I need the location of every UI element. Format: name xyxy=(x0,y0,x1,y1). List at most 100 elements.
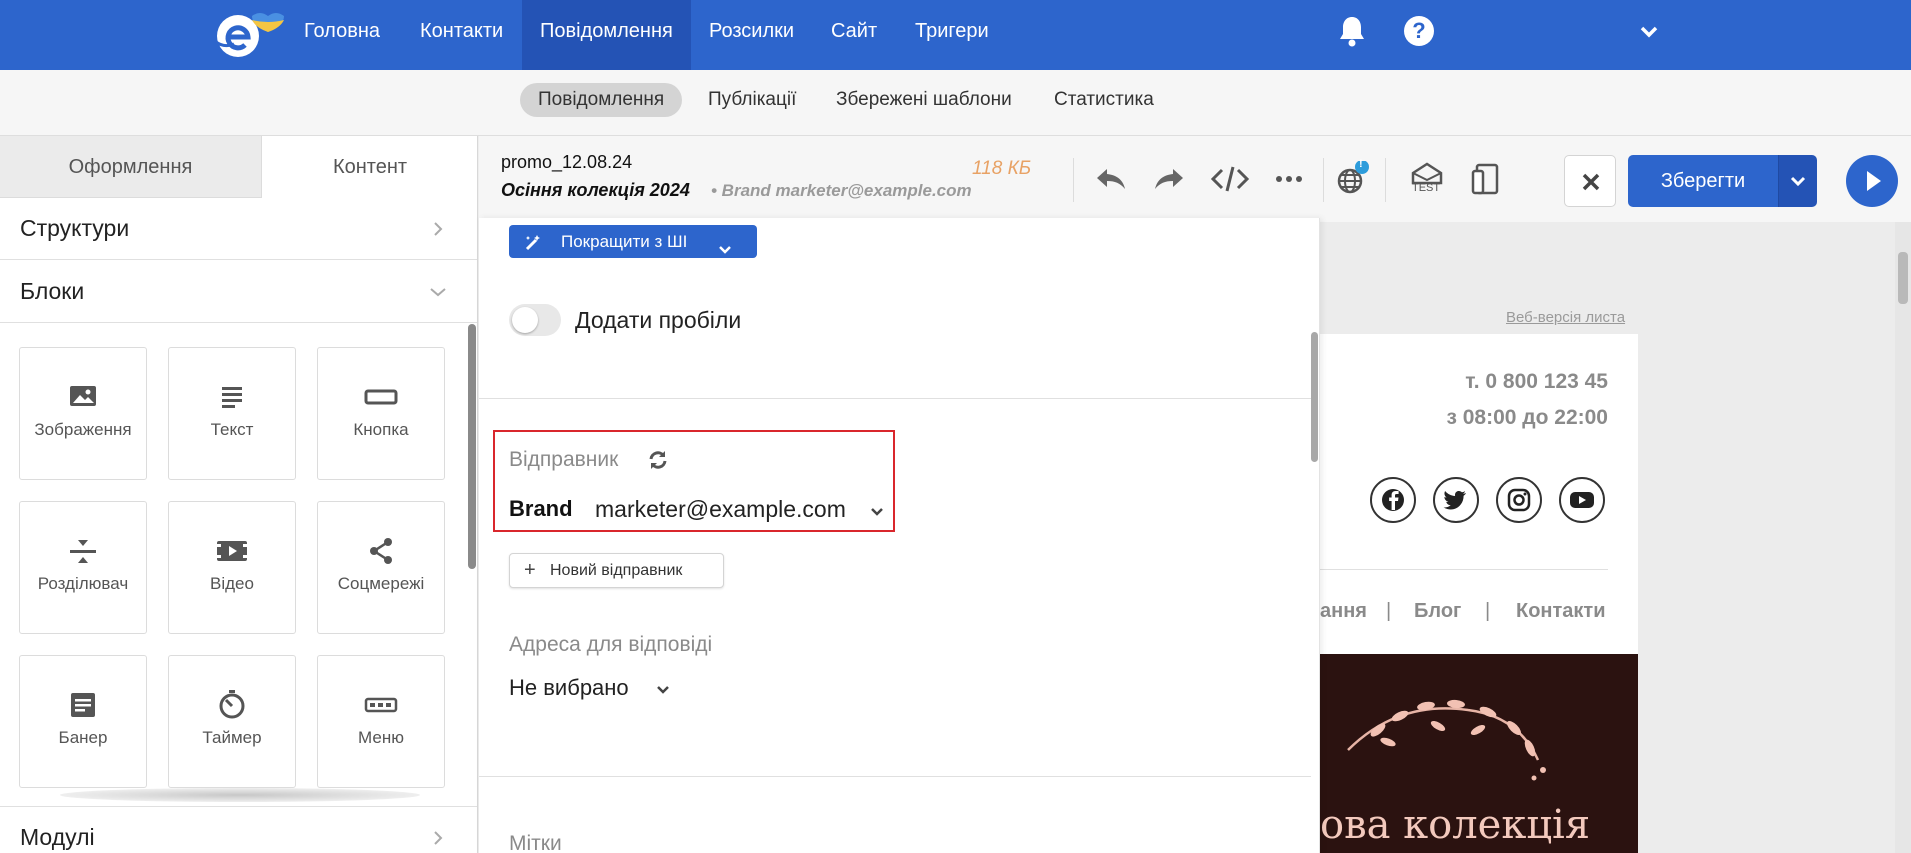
web-version-link[interactable]: Веб-версія листа xyxy=(1506,309,1625,326)
nav-home[interactable]: Головна xyxy=(286,0,398,70)
save-button[interactable]: Зберегти xyxy=(1628,155,1778,207)
chevron-down-icon xyxy=(717,235,733,254)
message-from: • Brand marketer@example.com xyxy=(711,181,972,200)
plus-icon: + xyxy=(524,559,536,581)
panel-tabs: Оформлення Контент xyxy=(0,136,477,198)
block-label: Розділювач xyxy=(37,574,129,593)
text-icon xyxy=(213,382,251,412)
test-mail-icon[interactable]: TEST xyxy=(1407,161,1453,197)
block-menu[interactable]: Меню xyxy=(317,655,445,788)
chevron-down-icon xyxy=(428,282,448,302)
globe-icon[interactable]: ! xyxy=(1332,158,1372,197)
test-label: TEST xyxy=(1412,182,1441,194)
subnav-saved-templates[interactable]: Збережені шаблони xyxy=(818,83,1030,117)
preview-menu-item: ання xyxy=(1320,600,1367,622)
subnav-messages[interactable]: Повідомлення xyxy=(520,83,683,117)
block-label: Банер xyxy=(58,728,108,747)
message-file-name[interactable]: promo_12.08.24 xyxy=(501,152,632,173)
preview-phone: т. 0 800 123 45 xyxy=(1465,370,1608,393)
more-icon[interactable] xyxy=(1269,161,1309,197)
block-image[interactable]: Зображення xyxy=(19,347,147,480)
left-panel-scrollbar[interactable] xyxy=(468,324,476,569)
tab-content[interactable]: Контент xyxy=(262,136,477,198)
block-label: Меню xyxy=(358,728,404,747)
toolbar-separator xyxy=(1385,158,1386,202)
nav-messages[interactable]: Повідомлення xyxy=(522,0,691,70)
device-preview-icon[interactable] xyxy=(1465,161,1505,197)
chevron-right-icon xyxy=(428,219,448,239)
nav-triggers[interactable]: Тригери xyxy=(897,0,1007,70)
section-blocks-label: Блоки xyxy=(20,278,85,304)
block-text[interactable]: Текст xyxy=(168,347,296,480)
block-banner[interactable]: Банер xyxy=(19,655,147,788)
undo-icon[interactable] xyxy=(1091,161,1131,197)
section-modules[interactable]: Модулі xyxy=(0,806,477,853)
save-dropdown-button[interactable] xyxy=(1778,155,1817,207)
settings-scrollbar[interactable] xyxy=(1311,332,1318,462)
timer-icon xyxy=(213,690,251,720)
nav-contacts[interactable]: Контакти xyxy=(402,0,521,70)
section-divider xyxy=(479,398,1311,399)
bell-icon[interactable] xyxy=(1337,14,1367,48)
nav-site[interactable]: Сайт xyxy=(813,0,895,70)
chevron-down-icon[interactable] xyxy=(655,683,671,697)
preview-menu-separator: | xyxy=(1386,600,1392,622)
redo-icon[interactable] xyxy=(1149,161,1189,197)
chevron-down-icon[interactable] xyxy=(1636,20,1662,42)
magic-wand-icon xyxy=(523,231,543,251)
message-size: 118 КБ xyxy=(972,158,1032,179)
section-blocks[interactable]: Блоки xyxy=(0,261,477,323)
video-icon xyxy=(213,536,251,566)
section-structures[interactable]: Структури xyxy=(0,198,477,260)
globe-badge: ! xyxy=(1359,158,1363,170)
refresh-icon[interactable] xyxy=(647,449,669,471)
block-label: Соцмережі xyxy=(337,574,425,593)
preview-menu-item: Блог xyxy=(1414,600,1462,622)
top-navigation: Головна Контакти Повідомлення Розсилки С… xyxy=(0,0,1911,70)
reply-to-label: Адреса для відповіді xyxy=(509,633,713,656)
block-label: Текст xyxy=(210,420,254,439)
improve-with-ai-button[interactable]: Покращити з ШІ xyxy=(509,225,757,258)
divider-icon xyxy=(64,536,102,566)
youtube-icon xyxy=(1559,477,1605,523)
add-spaces-toggle[interactable] xyxy=(509,304,561,336)
preview-divider xyxy=(1320,569,1608,570)
toggle-knob xyxy=(512,307,538,333)
block-video[interactable]: Відео xyxy=(168,501,296,634)
chevron-down-icon[interactable] xyxy=(869,505,885,519)
block-label: Зображення xyxy=(34,420,132,439)
menu-icon xyxy=(362,690,400,720)
subnav-statistics[interactable]: Статистика xyxy=(1036,83,1172,117)
close-button[interactable] xyxy=(1564,155,1616,207)
help-icon[interactable]: ? xyxy=(1404,16,1434,46)
block-label: Таймер xyxy=(202,728,262,747)
subnav-publications[interactable]: Публікації xyxy=(690,83,814,117)
block-divider[interactable]: Розділювач xyxy=(19,501,147,634)
banner-title: ова колекція xyxy=(1320,802,1591,848)
block-social[interactable]: Соцмережі xyxy=(317,501,445,634)
block-button[interactable]: Кнопка xyxy=(317,347,445,480)
toolbar-separator xyxy=(1073,158,1074,202)
sender-email-select[interactable]: marketer@example.com xyxy=(595,496,846,523)
code-icon[interactable] xyxy=(1210,161,1250,197)
button-icon xyxy=(362,382,400,412)
send-play-button[interactable] xyxy=(1846,155,1898,207)
add-spaces-label: Додати пробіли xyxy=(575,307,742,333)
preview-menu-item: Контакти xyxy=(1516,600,1606,622)
banner-icon xyxy=(64,690,102,720)
preview-banner: ова колекція xyxy=(1320,654,1638,853)
preview-hours: з 08:00 до 22:00 xyxy=(1446,406,1608,429)
nav-mailings[interactable]: Розсилки xyxy=(691,0,812,70)
scroll-shadow xyxy=(60,788,420,802)
new-sender-button[interactable]: + Новий відправник xyxy=(509,553,724,588)
preview-scrollbar[interactable] xyxy=(1898,252,1908,304)
block-timer[interactable]: Таймер xyxy=(168,655,296,788)
tab-design[interactable]: Оформлення xyxy=(0,136,262,198)
reply-to-select[interactable]: Не вибрано xyxy=(509,675,629,701)
sender-name[interactable]: Brand xyxy=(509,496,573,522)
facebook-icon xyxy=(1370,477,1416,523)
preview-menu-separator: | xyxy=(1485,600,1491,622)
message-subject[interactable]: Осіння колекція 2024 xyxy=(501,180,690,201)
toolbar-separator xyxy=(1323,158,1324,202)
esputnik-logo[interactable] xyxy=(212,8,288,60)
